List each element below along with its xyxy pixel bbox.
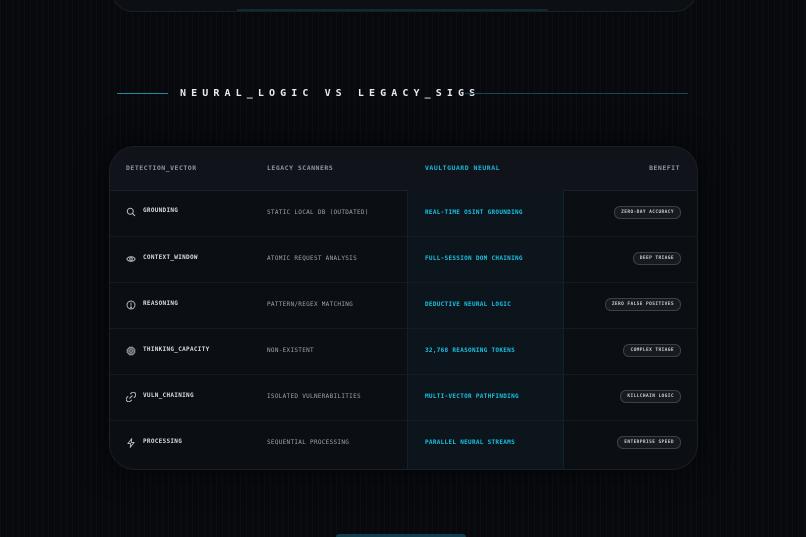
- benefit-badge: ZERO FALSE POSITIVES: [604, 298, 681, 311]
- chain-icon: [126, 392, 136, 402]
- benefit-badge: ZERO-DAY ACCURACY: [614, 206, 681, 219]
- legacy-scanner-cell: STATIC LOCAL DB (OUTDATED): [267, 209, 369, 216]
- benefit-badge: KILLCHAIN LOGIC: [620, 390, 681, 403]
- detection-vector-cell: CONTEXT_WINDOW: [143, 254, 198, 261]
- benefit-badge: COMPLEX TRIAGE: [623, 344, 681, 357]
- benefit-badge: DEEP TRIAGE: [632, 252, 681, 265]
- heading-divider-left: [117, 93, 168, 94]
- detection-vector-cell: REASONING: [143, 300, 179, 307]
- header-detection-vector: DETECTION_VECTOR: [126, 164, 197, 172]
- bolt-icon: [126, 438, 136, 448]
- table-row: REASONING PATTERN/REGEX MATCHING DEDUCTIVE…: [110, 282, 697, 329]
- vaultguard-neural-cell: REAL-TIME OSINT GROUNDING: [425, 209, 523, 216]
- header-legacy-scanners: LEGACY SCANNERS: [267, 164, 334, 172]
- vaultguard-neural-cell: 32,768 REASONING TOKENS: [425, 347, 515, 354]
- table-header: DETECTION_VECTOR LEGACY SCANNERS VAULTGU…: [110, 147, 697, 191]
- benefit-badge: ENTERPRISE SPEED: [617, 436, 681, 449]
- legacy-scanner-cell: PATTERN/REGEX MATCHING: [267, 301, 354, 308]
- cpu-icon: [126, 346, 136, 356]
- vaultguard-neural-cell: FULL-SESSION DOM CHAINING: [425, 255, 523, 262]
- section-title: NEURAL_LOGIC VS LEGACY_SIGS: [180, 88, 481, 99]
- detection-vector-cell: GROUNDING: [143, 207, 179, 214]
- comparison-table: DETECTION_VECTOR LEGACY SCANNERS VAULTGU…: [109, 146, 698, 470]
- eye-icon: [126, 254, 136, 264]
- search-icon: [126, 207, 136, 217]
- bulb-icon: [126, 300, 136, 310]
- vaultguard-neural-cell: DEDUCTIVE NEURAL LOGIC: [425, 301, 512, 308]
- previous-section-card: [111, 0, 697, 12]
- table-row: THINKING_CAPACITY NON-EXISTENT 32,768 REAS…: [110, 328, 697, 375]
- legacy-scanner-cell: NON-EXISTENT: [267, 347, 314, 354]
- detection-vector-cell: PROCESSING: [143, 438, 183, 445]
- detection-vector-cell: THINKING_CAPACITY: [143, 346, 210, 353]
- header-vaultguard-neural: VAULTGUARD NEURAL: [425, 164, 501, 172]
- section-heading: NEURAL_LOGIC VS LEGACY_SIGS: [117, 86, 688, 102]
- table-row: GROUNDING STATIC LOCAL DB (OUTDATED) REAL-…: [110, 190, 697, 237]
- detection-vector-cell: VULN_CHAINING: [143, 392, 194, 399]
- legacy-scanner-cell: ATOMIC REQUEST ANALYSIS: [267, 255, 357, 262]
- table-row: VULN_CHAINING ISOLATED VULNERABILITIES MUL…: [110, 374, 697, 421]
- table-row: CONTEXT_WINDOW ATOMIC REQUEST ANALYSIS FUL…: [110, 236, 697, 283]
- vaultguard-neural-cell: PARALLEL NEURAL STREAMS: [425, 439, 515, 446]
- vaultguard-neural-cell: MULTI-VECTOR PATHFINDING: [425, 393, 519, 400]
- legacy-scanner-cell: ISOLATED VULNERABILITIES: [267, 393, 361, 400]
- previous-card-accent: [237, 9, 548, 11]
- legacy-scanner-cell: SEQUENTIAL PROCESSING: [267, 439, 350, 446]
- table-row: PROCESSING SEQUENTIAL PROCESSING PARALLEL …: [110, 420, 697, 466]
- heading-divider-right: [465, 93, 688, 94]
- header-benefit: BENEFIT: [649, 164, 680, 172]
